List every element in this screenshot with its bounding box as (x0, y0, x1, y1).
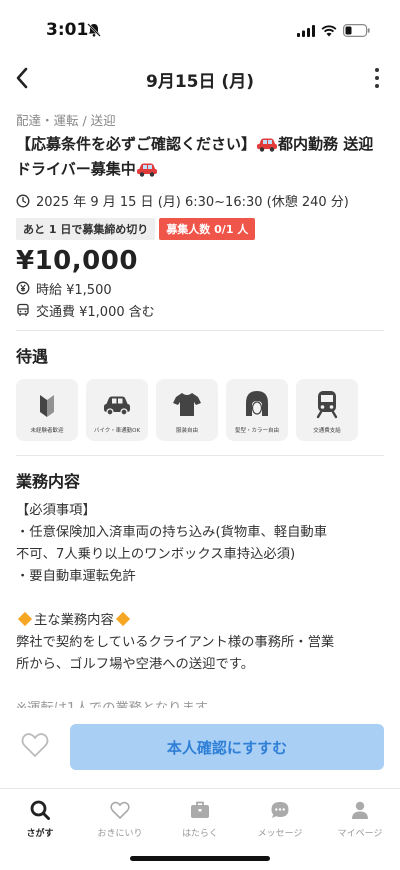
perk-hair: 髪型・カラー自由 (226, 379, 288, 441)
perk-dress: 服装自由 (156, 379, 218, 441)
status-indicators (297, 22, 370, 41)
yen-coin-icon (16, 281, 30, 295)
duties-line: 弊社で契約をしているクライアント様の事務所・営業 (16, 635, 335, 650)
more-options-button[interactable] (372, 64, 382, 92)
duties-main-header-text: 主な業務内容 (34, 613, 114, 628)
silent-bell-icon (87, 22, 101, 41)
job-detail-content[interactable]: 配達・運転 / 送迎 【応募条件を必ずご確認ください】 都内勤務 送迎 ドライバー… (0, 100, 400, 708)
benefits-list: 未経験者歓迎 バイク・車通勤OK 服装自由 髪型・カラー自由 交通費支給 (16, 379, 384, 441)
tab-search[interactable]: さがす (0, 789, 80, 870)
heart-icon (21, 733, 49, 757)
person-icon (352, 801, 368, 819)
diamond-icon (115, 611, 130, 627)
car-emoji-icon (136, 161, 158, 183)
diamond-icon (17, 611, 33, 627)
duties-main-header: 主な業務内容 (16, 610, 384, 632)
duties-line: 不可、7人乗り以上のワンボックス車持込必須) (16, 547, 296, 562)
perk-beginner: 未経験者歓迎 (16, 379, 78, 441)
home-indicator (130, 856, 270, 861)
clock-icon (16, 194, 30, 207)
job-title-part1: 【応募条件を必ずご確認ください】 (16, 135, 257, 153)
job-title: 【応募条件を必ずご確認ください】 都内勤務 送迎 ドライバー募集中 (16, 133, 384, 183)
deadline-badge: あと 1 日で募集締め切り (16, 218, 156, 240)
benefits-title: 待遇 (16, 347, 49, 366)
hourly-wage-text: 時給 ¥1,500 (36, 282, 112, 298)
tab-label: さがす (26, 829, 54, 839)
perk-label: 未経験者歓迎 (30, 428, 64, 434)
car-emoji-icon (256, 136, 278, 158)
duties-line: 所から、ゴルフ場や空港への送迎です。 (16, 657, 255, 672)
openings-badge: 募集人数 0/1 人 (159, 218, 256, 240)
wifi-icon (321, 22, 337, 41)
perk-label: バイク・車通勤OK (93, 428, 141, 434)
bus-icon (17, 303, 29, 316)
action-bar: 本人確認にすすむ (0, 708, 400, 788)
briefcase-icon (191, 801, 209, 818)
signal-icon (297, 22, 315, 41)
tab-label: マイページ (337, 829, 383, 839)
tshirt-icon (173, 393, 201, 416)
job-datetime: 2025 年 9 月 15 日 (月) 6:30~16:30 (休憩 240 分… (16, 191, 384, 210)
job-category: 配達・運転 / 送迎 (16, 113, 116, 128)
perk-label: 髪型・カラー自由 (234, 428, 279, 434)
datetime-text: 2025 年 9 月 15 日 (月) 6:30~16:30 (休憩 240 分… (36, 195, 349, 210)
perk-transport: 交通費支給 (296, 379, 358, 441)
tab-label: メッセージ (257, 829, 303, 839)
car-icon (104, 396, 130, 416)
beginner-mark-icon (40, 395, 54, 417)
battery-icon (343, 22, 370, 41)
status-time: 3:01 (46, 20, 89, 40)
job-title-part3: ドライバー募集中 (16, 160, 136, 178)
train-icon (316, 391, 338, 419)
transport-text: 交通費 ¥1,000 含む (36, 304, 155, 320)
duties-title: 業務内容 (16, 472, 81, 491)
job-title-part2: 都内勤務 送迎 (278, 135, 374, 153)
tab-label: おきにいり (97, 829, 143, 839)
badge-row: あと 1 日で募集締め切り 募集人数 0/1 人 (16, 218, 384, 240)
page-title: 9月15日 (月) (146, 72, 254, 92)
duties-line: ・要自動車運転免許 (16, 569, 136, 584)
duties-line: ・任意保険加入済車両の持ち込み(貨物車、軽自動車 (16, 525, 328, 540)
nav-bar: 9月15日 (月) (0, 54, 400, 100)
search-icon (30, 800, 50, 820)
duties-line: 【必須事項】 (16, 503, 96, 518)
tab-mypage[interactable]: マイページ (320, 789, 400, 870)
transport-row: 交通費 ¥1,000 含む (16, 300, 384, 320)
tab-label: はたらく (182, 829, 218, 839)
duties-line: ※運転は1人での業務となります (16, 698, 384, 708)
divider (16, 455, 384, 456)
perk-commute: バイク・車通勤OK (86, 379, 148, 441)
verify-identity-button[interactable]: 本人確認にすすむ (70, 724, 384, 770)
heart-icon (110, 801, 130, 819)
status-bar: 3:01 (0, 0, 400, 54)
chat-icon (271, 802, 289, 818)
favorite-button[interactable] (20, 730, 50, 760)
hourly-wage-row: 時給 ¥1,500 (16, 278, 384, 298)
duties-body: 【必須事項】 ・任意保険加入済車両の持ち込み(貨物車、軽自動車 不可、7人乗り以… (16, 500, 384, 708)
divider (16, 330, 384, 331)
perk-label: 服装自由 (175, 428, 198, 434)
hairstyle-icon (246, 391, 268, 416)
perk-label: 交通費支給 (313, 428, 341, 434)
total-wage: ¥10,000 (16, 246, 138, 276)
